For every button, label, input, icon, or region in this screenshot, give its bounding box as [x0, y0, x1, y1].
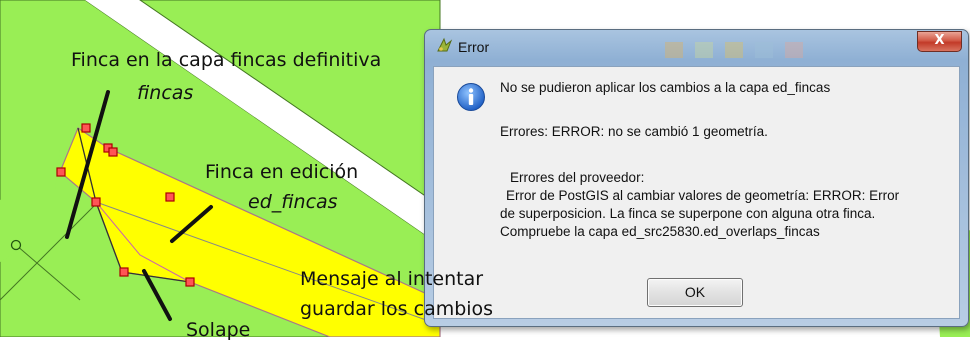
provider-error-line: Error de PostGIS al cambiar valores de g… [506, 188, 900, 203]
info-icon [457, 83, 485, 111]
toolbar-icons-behind [655, 38, 875, 62]
label-mensaje-line2: guardar los cambios [300, 298, 494, 320]
dialog-body: No se pudieron aplicar los cambios a la … [433, 66, 960, 319]
provider-errors-header: Errores del proveedor: [510, 170, 645, 185]
vertex-marker [119, 267, 129, 277]
close-icon: X [934, 33, 945, 48]
label-solape: Solape [186, 319, 251, 341]
label-fincas-layer: fincas [137, 82, 194, 104]
vertex-marker [91, 197, 101, 207]
vertex-marker [56, 167, 66, 177]
dialog-title: Error [458, 39, 490, 55]
vertex-node[interactable] [10, 239, 22, 251]
label-finca-definitiva: Finca en la capa fincas definitiva [71, 49, 382, 71]
vertex-marker [165, 192, 175, 202]
provider-error-line: de superposicion. La finca se superpone … [500, 206, 876, 221]
ok-button[interactable]: OK [647, 278, 743, 307]
vertex-marker [81, 123, 91, 133]
close-button[interactable]: X [917, 31, 962, 52]
qgis-icon [437, 37, 453, 52]
error-message: No se pudieron aplicar los cambios a la … [500, 80, 831, 95]
error-dialog[interactable]: Error X No se pudieron aplicar los cambi… [424, 29, 969, 327]
error-details: Errores: ERROR: no se cambió 1 geometría… [500, 124, 768, 139]
label-ed-fincas-layer: ed_fincas [248, 191, 338, 213]
vertex-marker [108, 147, 118, 157]
provider-error-line: Compruebe la capa ed_src25830.ed_overlap… [500, 224, 820, 239]
label-mensaje-line1: Mensaje al intentar [300, 268, 484, 290]
label-finca-edicion: Finca en edición [205, 161, 359, 183]
vertex-marker [185, 277, 195, 287]
dialog-titlebar[interactable]: Error X [425, 30, 968, 66]
